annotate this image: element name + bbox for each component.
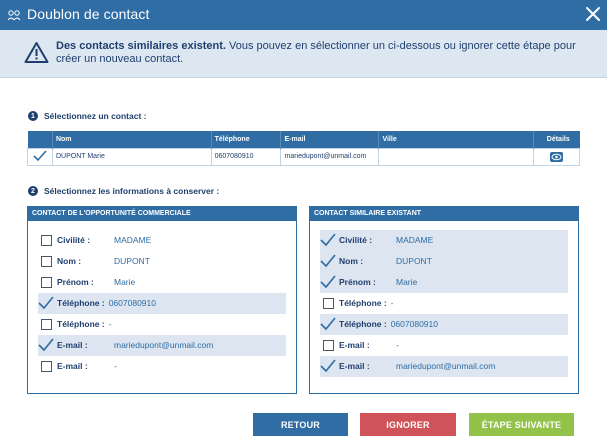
field-value: - bbox=[108, 319, 112, 329]
field-label: Téléphone :- bbox=[57, 319, 112, 329]
field-value: MADAME bbox=[114, 235, 152, 245]
check-icon[interactable] bbox=[320, 233, 336, 247]
field-label: Nom : bbox=[57, 256, 82, 266]
check-icon[interactable] bbox=[320, 359, 336, 373]
field-value: mariedupont@unmail.com bbox=[396, 361, 496, 371]
step1-label: Sélectionnez un contact : bbox=[44, 111, 147, 121]
field-checkbox[interactable] bbox=[41, 361, 52, 372]
field-checkbox[interactable] bbox=[323, 298, 334, 309]
field-label: Prénom : bbox=[339, 277, 376, 287]
field-row[interactable]: Nom : DUPONT bbox=[38, 251, 286, 272]
step2-title: 2 Sélectionnez les informations à conser… bbox=[28, 186, 219, 196]
field-row[interactable]: E-mail : mariedupont@unmail.com bbox=[38, 335, 286, 356]
row-nom: DUPONT Marie bbox=[51, 147, 212, 166]
eye-icon[interactable] bbox=[550, 151, 563, 162]
field-checkbox[interactable] bbox=[41, 235, 52, 246]
field-value: - bbox=[114, 361, 117, 371]
check-icon bbox=[33, 149, 47, 161]
field-row[interactable]: E-mail : - bbox=[320, 335, 568, 356]
banner-message: Des contacts similaires existent. Vous p… bbox=[56, 40, 586, 66]
warning-icon bbox=[24, 42, 49, 63]
field-row[interactable]: Téléphone :0607080910 bbox=[38, 293, 286, 314]
field-checkbox[interactable] bbox=[41, 319, 52, 330]
step2-number: 2 bbox=[28, 186, 38, 196]
etape-suivante-button[interactable]: ÉTAPE SUIVANTE bbox=[469, 413, 574, 436]
field-label: E-mail : bbox=[57, 340, 88, 350]
col-select bbox=[27, 131, 53, 148]
col-ville: Ville bbox=[378, 131, 535, 148]
banner-message-bold: Des contacts similaires existent. bbox=[56, 40, 226, 52]
field-row[interactable]: Téléphone :- bbox=[320, 293, 568, 314]
retour-button[interactable]: RETOUR bbox=[253, 413, 348, 436]
field-value: mariedupont@unmail.com bbox=[114, 340, 214, 350]
left-panel: CONTACT DE L'OPPORTUNITÉ COMMERCIALE Civ… bbox=[27, 206, 297, 394]
row-ville bbox=[378, 147, 535, 166]
field-label: Civilité : bbox=[339, 235, 373, 245]
right-panel-title: CONTACT SIMILAIRE EXISTANT bbox=[310, 207, 578, 221]
field-value: - bbox=[396, 340, 399, 350]
step1-title: 1 Sélectionnez un contact : bbox=[28, 111, 147, 121]
col-nom: Nom bbox=[52, 131, 212, 148]
right-panel: CONTACT SIMILAIRE EXISTANT Civilité : MAD… bbox=[309, 206, 579, 394]
col-email: E-mail bbox=[280, 131, 380, 148]
step2-label: Sélectionnez les informations à conserve… bbox=[44, 186, 220, 196]
row-telephone: 0607080910 bbox=[210, 147, 282, 166]
field-label: Civilité : bbox=[57, 235, 91, 245]
field-value: 0607080910 bbox=[108, 298, 156, 308]
col-telephone: Téléphone bbox=[211, 131, 282, 148]
step1-number: 1 bbox=[28, 111, 38, 121]
warning-banner: Des contacts similaires existent. Vous p… bbox=[0, 30, 607, 78]
check-icon[interactable] bbox=[38, 338, 54, 352]
field-value: DUPONT bbox=[396, 256, 432, 266]
field-value: MADAME bbox=[396, 235, 434, 245]
row-select-cell[interactable] bbox=[27, 147, 53, 166]
field-label: E-mail : bbox=[339, 340, 370, 350]
field-row[interactable]: Prénom : Marie bbox=[320, 272, 568, 293]
field-label: Prénom : bbox=[57, 277, 94, 287]
field-label: Téléphone :- bbox=[339, 298, 394, 308]
check-icon[interactable] bbox=[320, 317, 336, 331]
field-row[interactable]: Nom : DUPONT bbox=[320, 251, 568, 272]
field-value: Marie bbox=[396, 277, 418, 287]
field-label: E-mail : bbox=[339, 361, 370, 371]
field-row[interactable]: E-mail : mariedupont@unmail.com bbox=[320, 356, 568, 377]
field-row[interactable]: Téléphone :0607080910 bbox=[320, 314, 568, 335]
field-value: - bbox=[390, 298, 394, 308]
field-checkbox[interactable] bbox=[41, 277, 52, 288]
row-email: mariedupont@unmail.com bbox=[280, 147, 380, 166]
field-label: Nom : bbox=[339, 256, 364, 266]
ignorer-button[interactable]: IGNORER bbox=[360, 413, 456, 436]
check-icon[interactable] bbox=[38, 296, 54, 310]
field-row[interactable]: E-mail : - bbox=[38, 356, 286, 377]
field-value: Marie bbox=[114, 277, 136, 287]
window-titlebar: Doublon de contact bbox=[0, 0, 607, 30]
check-icon[interactable] bbox=[320, 254, 336, 268]
table-row[interactable]: DUPONT Marie 0607080910 mariedupont@unma… bbox=[27, 147, 580, 166]
field-label: E-mail : bbox=[57, 361, 88, 371]
left-panel-title: CONTACT DE L'OPPORTUNITÉ COMMERCIALE bbox=[28, 207, 296, 221]
field-checkbox[interactable] bbox=[41, 256, 52, 267]
check-icon[interactable] bbox=[320, 275, 336, 289]
field-row[interactable]: Prénom : Marie bbox=[38, 272, 286, 293]
window-title: Doublon de contact bbox=[27, 6, 150, 22]
left-panel-fields: Civilité : MADAME Nom : DUPONT Prénom : Marie… bbox=[38, 230, 286, 377]
field-value: 0607080910 bbox=[390, 319, 438, 329]
field-row[interactable]: Civilité : MADAME bbox=[320, 230, 568, 251]
field-value: DUPONT bbox=[114, 256, 150, 266]
field-checkbox[interactable] bbox=[323, 340, 334, 351]
right-panel-fields: Civilité : MADAME Nom : DUPONT Prénom : Marie… bbox=[320, 230, 568, 377]
contacts-swap-icon bbox=[7, 10, 21, 21]
col-details: Détails bbox=[533, 131, 580, 148]
contacts-table: Nom Téléphone E-mail Ville Détails DUPON… bbox=[27, 131, 580, 166]
row-details-cell bbox=[533, 147, 580, 166]
close-icon[interactable] bbox=[585, 6, 601, 22]
field-label: Téléphone :0607080910 bbox=[339, 319, 438, 329]
field-row[interactable]: Civilité : MADAME bbox=[38, 230, 286, 251]
field-row[interactable]: Téléphone :- bbox=[38, 314, 286, 335]
field-label: Téléphone :0607080910 bbox=[57, 298, 156, 308]
